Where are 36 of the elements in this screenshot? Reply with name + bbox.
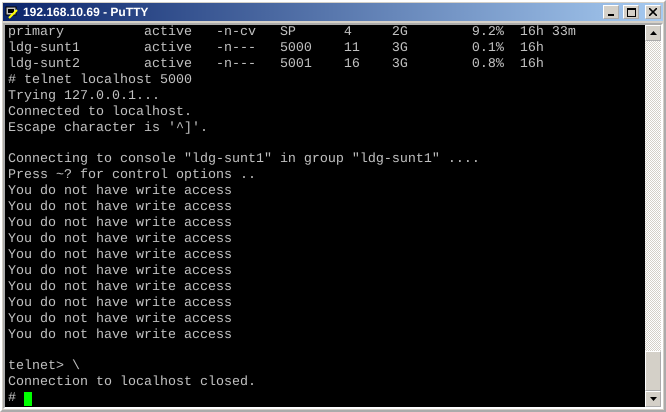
maximize-icon bbox=[626, 8, 636, 16]
terminal-line: You do not have write access bbox=[8, 312, 232, 328]
shell-prompt: # bbox=[8, 391, 16, 407]
terminal-line: ldg-sunt2 active -n--- 5001 16 3G 0.8% 16h bbox=[8, 57, 544, 73]
terminal-line: # telnet localhost 5000 bbox=[8, 73, 192, 89]
terminal-line: Press ~? for control options .. bbox=[8, 168, 256, 184]
up-arrow-icon bbox=[650, 31, 656, 35]
terminal-line: You do not have write access bbox=[8, 280, 232, 296]
terminal-line: telnet> \ bbox=[8, 359, 80, 375]
terminal-line: You do not have write access bbox=[8, 216, 232, 232]
terminal-line: Escape character is '^]'. bbox=[8, 121, 208, 137]
terminal-line: You do not have write access bbox=[8, 184, 232, 200]
terminal-line: Connected to localhost. bbox=[8, 105, 192, 121]
terminal-line: Connecting to console "ldg-sunt1" in group "ldg-sunt1" .... bbox=[8, 152, 480, 168]
close-button[interactable] bbox=[645, 5, 661, 19]
close-icon bbox=[649, 8, 657, 16]
maximize-button[interactable] bbox=[623, 5, 639, 19]
vertical-scrollbar[interactable] bbox=[645, 25, 661, 407]
scroll-down-button[interactable] bbox=[645, 391, 661, 407]
down-arrow-icon bbox=[650, 397, 656, 401]
window-title: 192.168.10.69 - PuTTY bbox=[23, 5, 150, 19]
terminal-line: ldg-sunt1 active -n--- 5000 11 3G 0.1% 16h bbox=[8, 41, 544, 57]
terminal-line: You do not have write access bbox=[8, 328, 232, 344]
terminal-line: Trying 127.0.0.1... bbox=[8, 89, 160, 105]
terminal-icon bbox=[5, 5, 19, 19]
terminal-line: You do not have write access bbox=[8, 264, 232, 280]
terminal-line: You do not have write access bbox=[8, 296, 232, 312]
terminal-line: Connection to localhost closed. bbox=[8, 375, 256, 391]
terminal-line: You do not have write access bbox=[8, 248, 232, 264]
scroll-thumb[interactable] bbox=[645, 351, 661, 391]
text-cursor bbox=[24, 392, 32, 406]
minimize-button[interactable] bbox=[603, 5, 619, 19]
terminal-line: You do not have write access bbox=[8, 232, 232, 248]
scroll-up-button[interactable] bbox=[645, 25, 661, 41]
terminal-line: You do not have write access bbox=[8, 200, 232, 216]
terminal-line: primary active -n-cv SP 4 2G 9.2% 16h 33m bbox=[8, 25, 576, 41]
